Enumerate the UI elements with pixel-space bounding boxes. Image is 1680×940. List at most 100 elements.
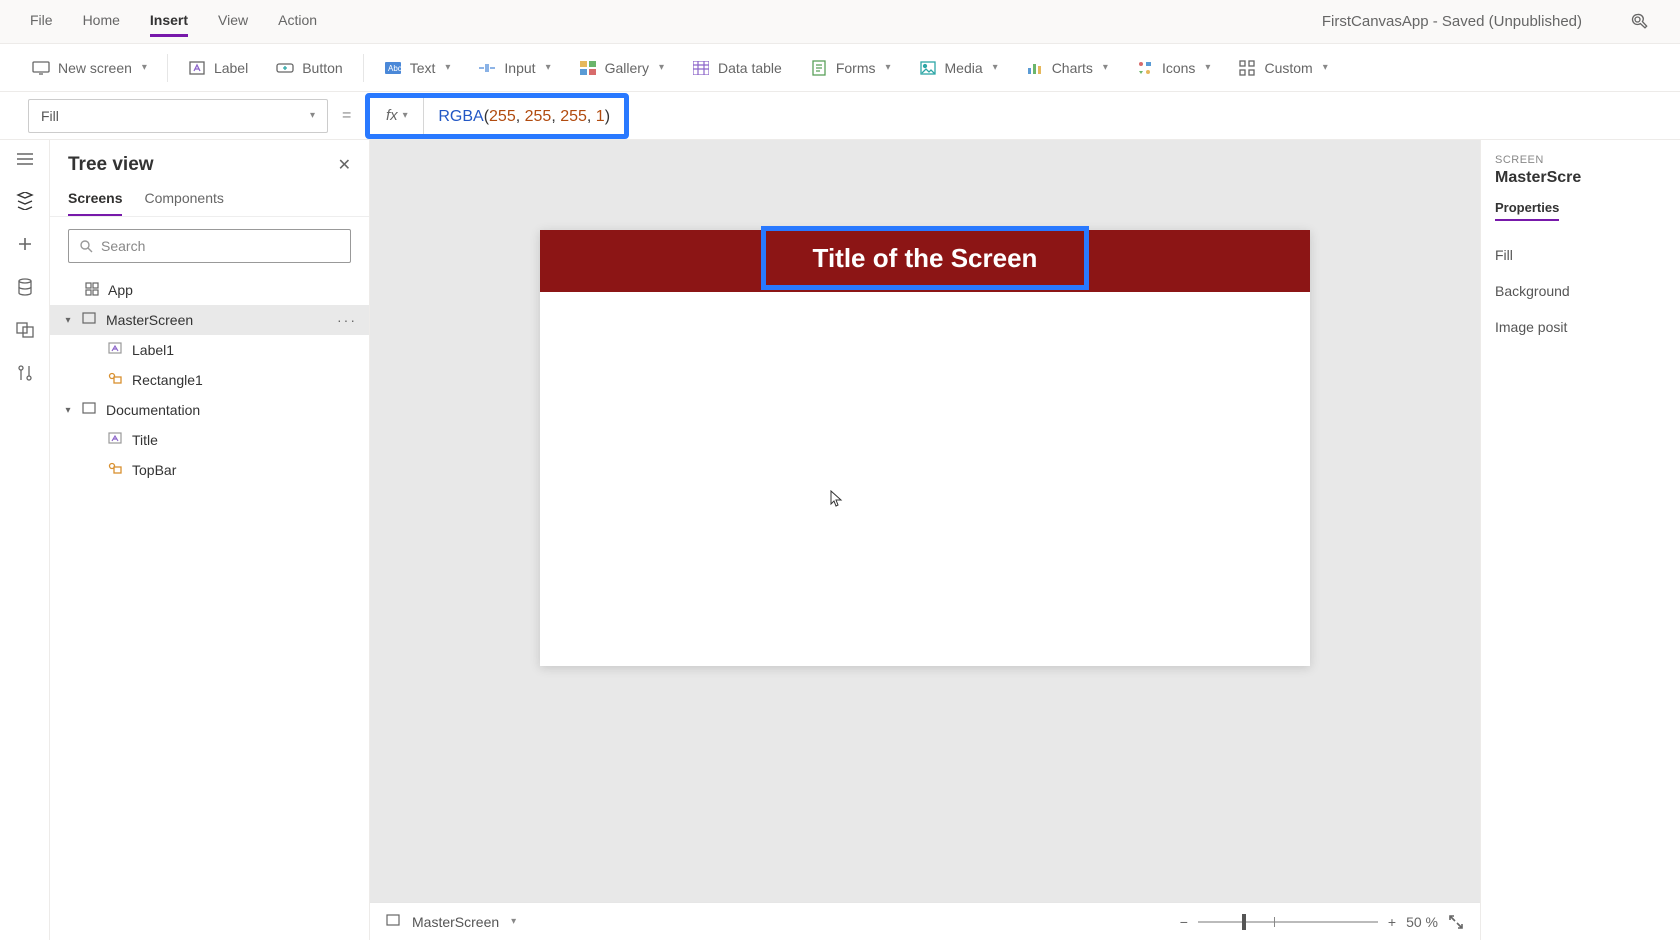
node-label: App [108,282,133,298]
chevron-down-icon: ▾ [993,62,998,73]
hamburger-icon[interactable] [16,152,34,166]
node-label: Label1 [132,342,174,358]
text-button[interactable]: Abc Text ▾ [370,53,465,83]
tree-view-icon[interactable] [16,192,34,210]
property-dropdown[interactable]: Fill ▾ [28,99,328,133]
tree-view-panel: Tree view ✕ Screens Components Search Ap… [50,140,370,940]
data-icon[interactable] [18,278,32,296]
search-input[interactable]: Search [68,229,351,263]
data-table-button[interactable]: Data table [678,53,796,83]
app-title: FirstCanvasApp - Saved (Unpublished) [1322,13,1582,30]
charts-button[interactable]: Charts ▾ [1012,53,1122,83]
custom-button[interactable]: Custom ▾ [1224,53,1341,83]
button-icon [276,59,294,77]
screen-icon [32,59,50,77]
chevron-down-icon[interactable]: ▾ [62,315,74,326]
icons-button[interactable]: Icons ▾ [1122,53,1225,83]
fullscreen-icon[interactable] [1448,914,1464,930]
menu-insert[interactable]: Insert [150,6,188,37]
menu-bar: File Home Insert View Action FirstCanvas… [0,0,1680,44]
node-label: Title [132,432,158,448]
zoom-in-button[interactable]: + [1388,914,1396,930]
input-button[interactable]: Input ▾ [464,53,564,83]
separator [167,54,168,82]
new-screen-button[interactable]: New screen ▾ [18,53,161,83]
gallery-icon [579,59,597,77]
insert-icon[interactable] [17,236,33,252]
tab-components[interactable]: Components [144,190,223,216]
formula-input[interactable]: RGBA(255, 255, 255, 1) [424,106,624,126]
data-table-icon [692,59,710,77]
menu-view[interactable]: View [218,6,248,37]
tree-node-rectangle1[interactable]: Rectangle1 [50,365,369,395]
label-button[interactable]: Label [174,53,262,83]
tree-node-title[interactable]: Title [50,425,369,455]
rectangle-icon [108,462,124,478]
media-rail-icon[interactable] [16,322,34,338]
main-area: Tree view ✕ Screens Components Search Ap… [0,140,1680,940]
prop-background[interactable]: Background [1495,273,1666,309]
button-label: Button [302,60,342,76]
canvas-footer: MasterScreen ▾ − + 50 % [370,902,1480,940]
title-label-highlighted[interactable]: Title of the Screen [761,226,1089,290]
charts-label: Charts [1052,60,1093,76]
tree-node-topbar[interactable]: TopBar [50,455,369,485]
close-icon[interactable]: ✕ [338,155,351,175]
node-label: Documentation [106,402,200,418]
screen-icon [386,914,402,930]
prop-fill[interactable]: Fill [1495,237,1666,273]
chevron-down-icon: ▾ [1103,62,1108,73]
menu-file[interactable]: File [30,6,53,37]
button-button[interactable]: Button [262,53,356,83]
menu-action[interactable]: Action [278,6,317,37]
tree-header: Tree view ✕ [50,140,369,184]
rectangle-icon [108,372,124,388]
tree-node-app[interactable]: App [50,275,369,305]
chevron-down-icon: ▾ [659,62,664,73]
chevron-down-icon[interactable]: ▾ [62,405,74,416]
chevron-down-icon: ▾ [445,62,450,73]
tab-properties[interactable]: Properties [1495,200,1559,221]
tab-screens[interactable]: Screens [68,190,122,216]
design-screen[interactable]: Title of the Screen [540,230,1310,666]
icons-label: Icons [1162,60,1195,76]
input-icon [478,59,496,77]
input-label: Input [504,60,535,76]
separator [363,54,364,82]
diagnostics-icon[interactable] [1630,12,1650,32]
svg-text:Abc: Abc [388,64,401,73]
tree-title: Tree view [68,154,154,176]
property-value: Fill [41,108,59,124]
canvas-viewport[interactable]: Title of the Screen [370,140,1480,902]
search-icon [79,239,93,253]
gallery-button[interactable]: Gallery ▾ [565,53,678,83]
tree-node-documentation[interactable]: ▾ Documentation [50,395,369,425]
zoom-slider[interactable] [1198,921,1378,923]
more-icon[interactable]: ··· [337,312,357,328]
tree-node-masterscreen[interactable]: ▾ MasterScreen ··· [50,305,369,335]
chevron-down-icon: ▾ [142,62,147,73]
fx-icon: fx [386,107,398,124]
node-label: MasterScreen [106,312,193,328]
advanced-tools-icon[interactable] [17,364,33,382]
forms-button[interactable]: Forms ▾ [796,53,905,83]
zoom-controls: − + 50 % [1180,914,1464,930]
footer-screen-name[interactable]: MasterScreen [412,914,499,930]
chevron-down-icon[interactable]: ▾ [511,916,516,927]
menu-home[interactable]: Home [83,6,120,37]
prop-image-position[interactable]: Image posit [1495,309,1666,345]
screen-icon [82,312,98,328]
equals-sign: = [342,107,351,125]
chevron-down-icon: ▾ [403,110,408,121]
charts-icon [1026,59,1044,77]
ribbon-toolbar: New screen ▾ Label Button Abc Text ▾ Inp… [0,44,1680,92]
node-label: Rectangle1 [132,372,203,388]
zoom-out-button[interactable]: − [1180,914,1188,930]
chevron-down-icon: ▾ [546,62,551,73]
tree-list: App ▾ MasterScreen ··· Label1 Rectangle1… [50,275,369,940]
fx-button[interactable]: fx ▾ [370,98,424,134]
media-button[interactable]: Media ▾ [905,53,1012,83]
tree-node-label1[interactable]: Label1 [50,335,369,365]
label-icon [188,59,206,77]
chevron-down-icon: ▾ [885,62,890,73]
